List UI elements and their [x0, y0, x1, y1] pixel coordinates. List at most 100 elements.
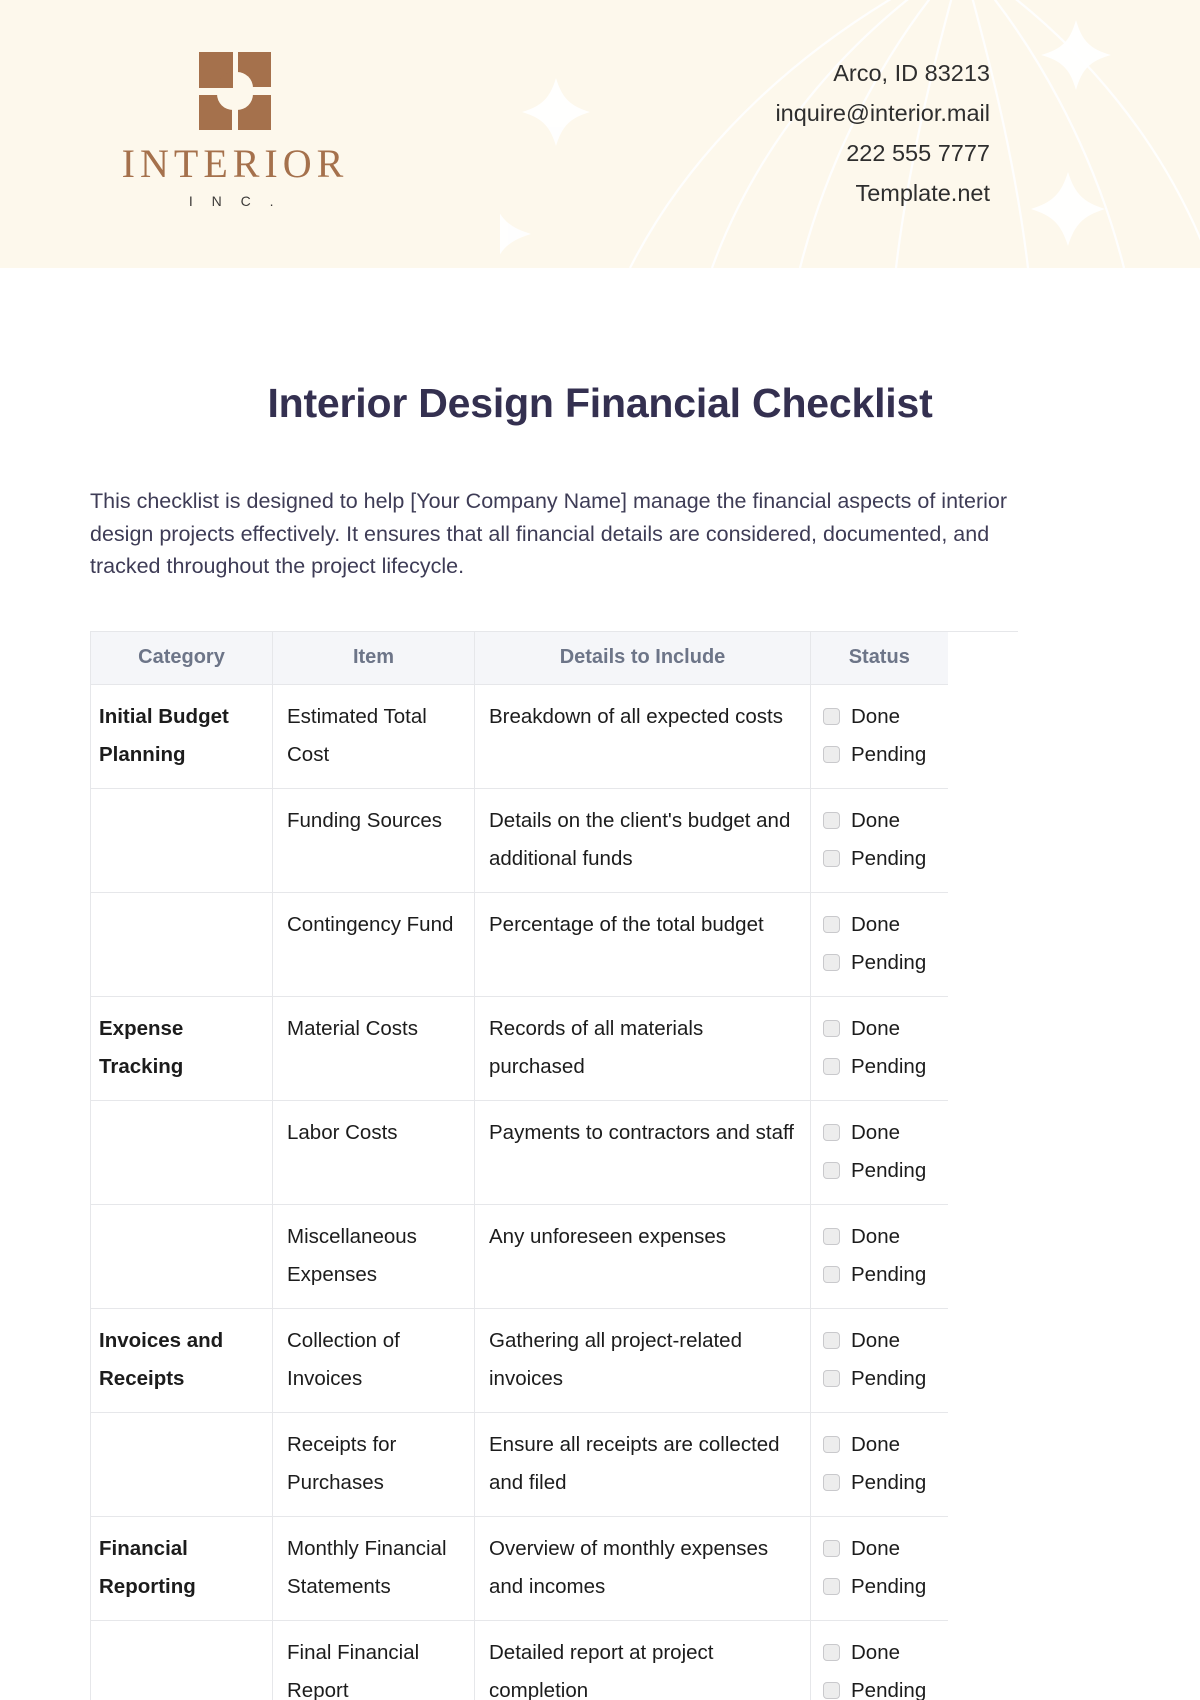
status-label: Done [851, 1536, 901, 1560]
status-option-pending[interactable]: Pending [823, 1048, 938, 1086]
cell-details: Overview of monthly expenses and incomes [474, 1515, 811, 1621]
status-option-done[interactable]: Done [823, 1530, 938, 1568]
status-label: Pending [851, 742, 927, 766]
cell-details: Payments to contractors and staff [474, 1099, 811, 1205]
letterhead-header: INTERIOR I N C . Arco, ID 83213 inquire@… [0, 0, 1200, 268]
status-option-done[interactable]: Done [823, 906, 938, 944]
status-label: Pending [851, 1678, 927, 1700]
cell-category: Invoices and Receipts [90, 1307, 273, 1413]
brand-suffix: I N C . [188, 193, 282, 209]
status-label: Done [851, 1640, 901, 1664]
checkbox-done-icon[interactable] [823, 1332, 840, 1349]
checkbox-done-icon[interactable] [823, 1020, 840, 1037]
status-option-done[interactable]: Done [823, 1322, 938, 1360]
checkbox-done-icon[interactable] [823, 708, 840, 725]
status-option-done[interactable]: Done [823, 802, 938, 840]
cell-item: Material Costs [272, 995, 475, 1101]
cell-item: Labor Costs [272, 1099, 475, 1205]
cell-item: Funding Sources [272, 787, 475, 893]
status-option-pending[interactable]: Pending [823, 1152, 938, 1190]
status-option-done[interactable]: Done [823, 1010, 938, 1048]
status-option-pending[interactable]: Pending [823, 1464, 938, 1502]
checklist-table: Category Item Details to Include Status … [90, 631, 948, 1700]
status-option-done[interactable]: Done [823, 1634, 938, 1672]
checkbox-pending-icon[interactable] [823, 954, 840, 971]
table-row: Funding Sources Details on the client's b… [90, 787, 948, 893]
status-option-pending[interactable]: Pending [823, 1360, 938, 1398]
cell-status: Done Pending [810, 891, 948, 997]
cell-details: Gathering all project-related invoices [474, 1307, 811, 1413]
status-option-pending[interactable]: Pending [823, 1672, 938, 1700]
page-title: Interior Design Financial Checklist [267, 380, 933, 426]
status-option-pending[interactable]: Pending [823, 1568, 938, 1606]
column-header-status: Status [810, 631, 948, 685]
cell-category [90, 1619, 273, 1700]
checkbox-pending-icon[interactable] [823, 1266, 840, 1283]
cell-status: Done Pending [810, 787, 948, 893]
checkbox-pending-icon[interactable] [823, 1058, 840, 1075]
cell-status: Done Pending [810, 1411, 948, 1517]
table-row: Miscellaneous Expenses Any unforeseen exp… [90, 1203, 948, 1309]
status-label: Pending [851, 1470, 927, 1494]
status-label: Done [851, 1016, 901, 1040]
cell-details: Details on the client's budget and addit… [474, 787, 811, 893]
cell-category [90, 891, 273, 997]
checkbox-pending-icon[interactable] [823, 1682, 840, 1699]
status-label: Done [851, 1120, 901, 1144]
table-header-row: Category Item Details to Include Status [90, 631, 948, 685]
column-header-category: Category [90, 631, 273, 685]
checkbox-pending-icon[interactable] [823, 1370, 840, 1387]
cell-item: Miscellaneous Expenses [272, 1203, 475, 1309]
checkbox-pending-icon[interactable] [823, 850, 840, 867]
table-row: Receipts for Purchases Ensure all receipt… [90, 1411, 948, 1517]
status-option-done[interactable]: Done [823, 1426, 938, 1464]
cell-status: Done Pending [810, 1099, 948, 1205]
status-option-done[interactable]: Done [823, 698, 938, 736]
cell-item: Monthly Financial Statements [272, 1515, 475, 1621]
cell-category: Initial Budget Planning [90, 683, 273, 789]
checkbox-pending-icon[interactable] [823, 1474, 840, 1491]
checkbox-done-icon[interactable] [823, 1228, 840, 1245]
checkbox-done-icon[interactable] [823, 1124, 840, 1141]
status-option-done[interactable]: Done [823, 1218, 938, 1256]
cell-category [90, 787, 273, 893]
contact-website[interactable]: Template.net [775, 173, 990, 213]
table-row: Invoices and Receipts Collection of Invoi… [90, 1307, 948, 1413]
checkbox-done-icon[interactable] [823, 1436, 840, 1453]
status-label: Done [851, 704, 901, 728]
cell-item: Estimated Total Cost [272, 683, 475, 789]
checkbox-pending-icon[interactable] [823, 1578, 840, 1595]
cell-item: Final Financial Report [272, 1619, 475, 1700]
status-label: Done [851, 808, 901, 832]
checkbox-done-icon[interactable] [823, 1644, 840, 1661]
column-header-item: Item [272, 631, 475, 685]
cell-item: Contingency Fund [272, 891, 475, 997]
cell-details: Detailed report at project completion [474, 1619, 811, 1700]
cell-category: Expense Tracking [90, 995, 273, 1101]
checklist-table-container: Category Item Details to Include Status … [90, 630, 1018, 1700]
cell-item: Collection of Invoices [272, 1307, 475, 1413]
contact-phone[interactable]: 222 555 7777 [775, 133, 990, 173]
checkbox-done-icon[interactable] [823, 916, 840, 933]
cell-details: Breakdown of all expected costs [474, 683, 811, 789]
checkbox-pending-icon[interactable] [823, 1162, 840, 1179]
interior-inc-quatrefoil-logo-icon [199, 52, 271, 130]
table-row: Labor Costs Payments to contractors and s… [90, 1099, 948, 1205]
table-row: Contingency Fund Percentage of the total … [90, 891, 948, 997]
status-label: Pending [851, 1054, 927, 1078]
status-option-pending[interactable]: Pending [823, 944, 938, 982]
cell-status: Done Pending [810, 995, 948, 1101]
checkbox-pending-icon[interactable] [823, 746, 840, 763]
table-row: Final Financial Report Detailed report at… [90, 1619, 948, 1700]
contact-email[interactable]: inquire@interior.mail [775, 93, 990, 133]
status-label: Pending [851, 1574, 927, 1598]
cell-status: Done Pending [810, 683, 948, 789]
status-option-done[interactable]: Done [823, 1114, 938, 1152]
status-option-pending[interactable]: Pending [823, 840, 938, 878]
checkbox-done-icon[interactable] [823, 1540, 840, 1557]
brand-lockup: INTERIOR I N C . [0, 52, 470, 209]
status-option-pending[interactable]: Pending [823, 1256, 938, 1294]
checkbox-done-icon[interactable] [823, 812, 840, 829]
status-option-pending[interactable]: Pending [823, 736, 938, 774]
document-body: Interior Design Financial Checklist This… [0, 380, 1200, 1700]
